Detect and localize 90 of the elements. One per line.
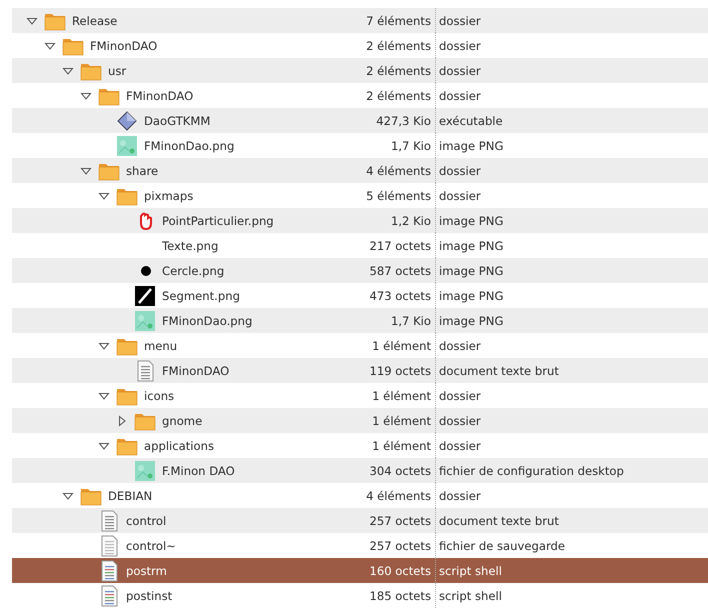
diamond-icon <box>116 110 138 132</box>
file-size: 1 élément <box>371 388 432 402</box>
file-row[interactable]: FMinonDAO 119 octets document texte brut <box>12 358 708 383</box>
file-name: FMinonDao.png <box>162 314 252 328</box>
file-type: dossier <box>439 188 481 202</box>
file-type: document texte brut <box>439 514 559 528</box>
file-row[interactable]: usr 2 éléments dossier <box>12 58 708 83</box>
file-type: script shell <box>439 564 502 578</box>
file-name: usr <box>108 64 126 78</box>
file-name: DaoGTKMM <box>144 114 210 128</box>
file-size: 587 octets <box>368 264 432 278</box>
file-row[interactable]: control 257 octets document texte brut <box>12 508 708 533</box>
file-size: 473 octets <box>368 288 432 302</box>
file-type: image PNG <box>439 238 504 252</box>
file-type: dossier <box>439 338 481 352</box>
file-type: dossier <box>439 164 481 178</box>
file-type: dossier <box>439 14 481 28</box>
file-size: 5 éléments <box>365 188 432 202</box>
file-type: fichier de configuration desktop <box>439 464 624 478</box>
file-type: image PNG <box>439 264 504 278</box>
file-name: share <box>126 164 158 178</box>
file-type: document texte brut <box>439 364 559 378</box>
file-size: 1,2 Kio <box>390 214 432 228</box>
file-name: PointParticulier.png <box>162 214 274 228</box>
expander-icon[interactable] <box>116 414 128 426</box>
file-size: 4 éléments <box>365 164 432 178</box>
file-row[interactable]: PointParticulier.png 1,2 Kio image PNG <box>12 208 708 233</box>
file-size: 1 élément <box>371 438 432 452</box>
file-row[interactable]: share 4 éléments dossier <box>12 158 708 183</box>
file-name: icons <box>144 388 174 402</box>
file-name: Release <box>72 14 118 28</box>
file-size: 427,3 Kio <box>375 114 432 128</box>
file-size: 1 élément <box>371 414 432 428</box>
file-size: 304 octets <box>368 464 432 478</box>
file-name: Segment.png <box>162 288 240 302</box>
file-name: control~ <box>126 538 176 552</box>
file-type: image PNG <box>439 288 504 302</box>
file-size: 257 octets <box>368 538 432 552</box>
file-size: 2 éléments <box>365 88 432 102</box>
file-name: FMinonDAO <box>126 88 194 102</box>
file-name: postrm <box>126 564 167 578</box>
file-name: FMinonDAO <box>90 38 158 52</box>
file-name: FMinonDao.png <box>144 138 234 152</box>
file-size: 119 octets <box>368 364 432 378</box>
file-type: dossier <box>439 488 481 502</box>
file-size: 1 élément <box>371 338 432 352</box>
image-icon <box>116 134 138 156</box>
file-size: 4 éléments <box>365 488 432 502</box>
segment-icon <box>134 284 156 306</box>
file-type: dossier <box>439 88 481 102</box>
file-size: 2 éléments <box>365 38 432 52</box>
file-row[interactable]: F.Minon DAO 304 octets fichier de configuration desktop <box>12 458 708 483</box>
file-type: dossier <box>439 414 481 428</box>
file-type: image PNG <box>439 214 504 228</box>
file-size: 7 éléments <box>365 14 432 28</box>
file-type: dossier <box>439 64 481 78</box>
file-type: image PNG <box>439 138 504 152</box>
file-row[interactable]: gnome 1 élément dossier <box>12 408 708 433</box>
file-row[interactable]: Cercle.png 587 octets image PNG <box>12 258 708 283</box>
file-type: fichier de sauvegarde <box>439 538 566 552</box>
file-name: control <box>126 514 166 528</box>
file-size: 160 octets <box>368 564 432 578</box>
file-name: FMinonDAO <box>162 364 230 378</box>
file-name: applications <box>144 438 214 452</box>
file-row[interactable]: DaoGTKMM 427,3 Kio exécutable <box>12 108 708 133</box>
file-size: 185 octets <box>368 588 432 602</box>
file-size: 217 octets <box>368 238 432 252</box>
file-name: menu <box>144 338 178 352</box>
file-name: postinst <box>126 588 172 602</box>
file-name: Texte.png <box>162 238 218 252</box>
image-icon <box>134 310 156 332</box>
file-size: 257 octets <box>368 514 432 528</box>
file-type: dossier <box>439 38 481 52</box>
file-type: script shell <box>439 588 502 602</box>
file-type: dossier <box>439 388 481 402</box>
file-name: F.Minon DAO <box>162 464 235 478</box>
file-type: dossier <box>439 438 481 452</box>
file-name: DEBIAN <box>108 488 152 502</box>
file-row[interactable]: Release 7 éléments dossier <box>12 8 708 33</box>
file-name: Cercle.png <box>162 264 224 278</box>
file-name: pixmaps <box>144 188 194 202</box>
file-size: 2 éléments <box>365 64 432 78</box>
file-size: 1,7 Kio <box>390 314 432 328</box>
image-icon <box>134 460 156 482</box>
file-type: image PNG <box>439 314 504 328</box>
file-name: gnome <box>162 414 202 428</box>
file-type: exécutable <box>439 114 503 128</box>
file-size: 1,7 Kio <box>390 138 432 152</box>
file-row[interactable]: FMinonDao.png 1,7 Kio image PNG <box>12 308 708 333</box>
file-row[interactable]: postrm 160 octets script shell <box>12 558 708 583</box>
